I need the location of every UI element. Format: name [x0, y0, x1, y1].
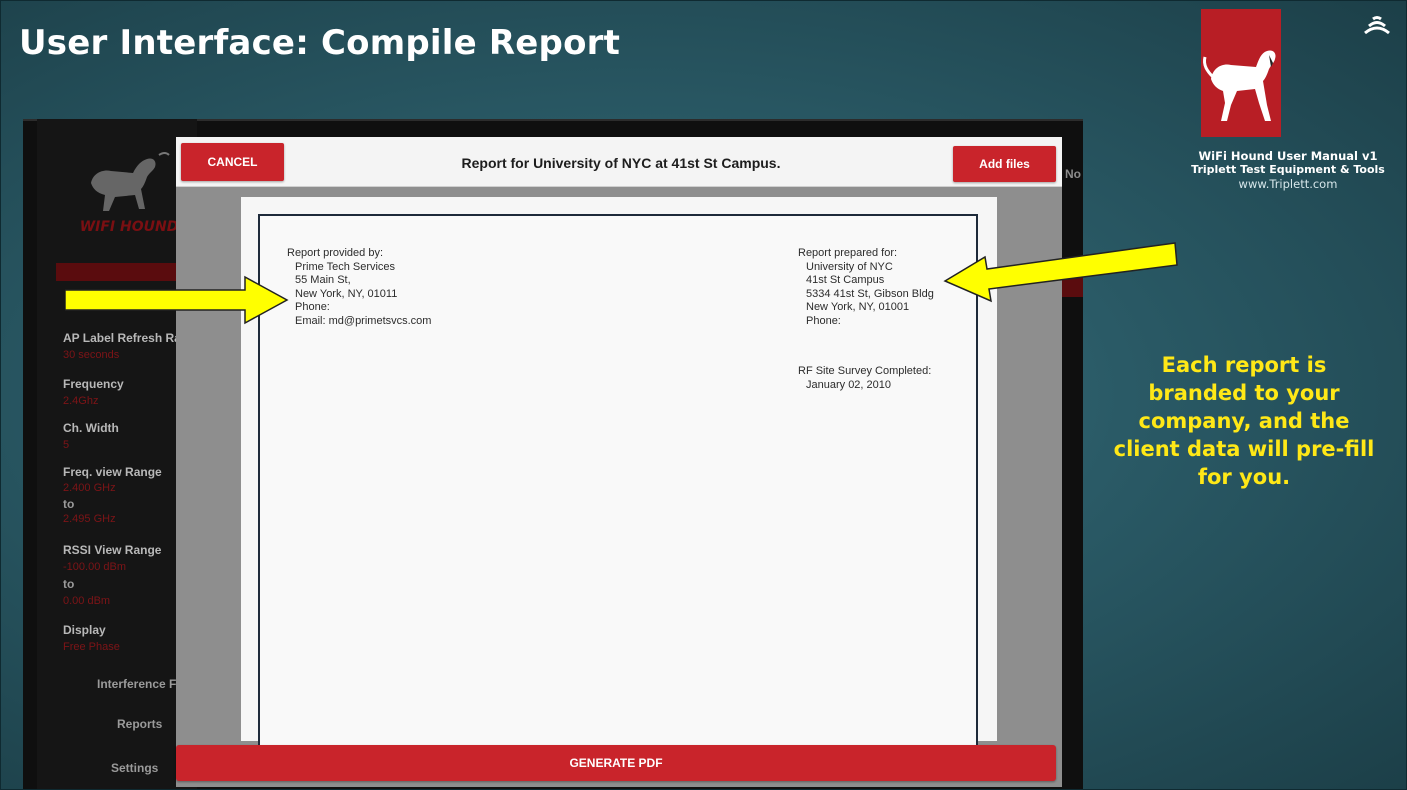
- sidebar-item-label[interactable]: Ch. Width: [63, 421, 119, 435]
- provider-name: Prime Tech Services: [295, 260, 396, 273]
- prepared-for-heading: Report prepared for:: [798, 247, 898, 259]
- client-campus: 41st St Campus: [806, 274, 885, 286]
- provider-phone: Phone:: [295, 301, 330, 313]
- slide: User Interface: Compile Report WiFi Houn…: [0, 0, 1407, 790]
- sidebar-item-to: to: [63, 577, 75, 591]
- provider-email: Email: md@primetsvcs.com: [295, 314, 432, 327]
- client-city: New York, NY, 01001: [806, 301, 910, 313]
- company-name: Triplett Test Equipment & Tools: [1191, 163, 1385, 176]
- sidebar-item-label[interactable]: Freq. view Range: [63, 465, 162, 479]
- client-name: University of NYC: [806, 260, 893, 273]
- manual-meta: WiFi Hound User Manual v1 Triplett Test …: [1173, 149, 1403, 191]
- report-provided-by: Report provided by: Prime Tech Services …: [287, 247, 431, 328]
- survey-heading: RF Site Survey Completed:: [798, 365, 932, 377]
- company-url: www.Triplett.com: [1238, 177, 1338, 191]
- sidebar-item-value: 0.00 dBm: [63, 595, 111, 607]
- client-phone: Phone:: [806, 314, 841, 327]
- sidebar-item-value: -100.00 dBm: [63, 561, 126, 573]
- wifi-signal-icon: [1364, 16, 1390, 35]
- sidebar-item-value: 30 seconds: [63, 349, 120, 361]
- manual-title: WiFi Hound User Manual v1: [1198, 149, 1378, 163]
- cancel-button[interactable]: CANCEL: [181, 143, 284, 181]
- arrow-right-icon: [65, 275, 289, 325]
- sidebar-item-value: 2.4Ghz: [63, 395, 99, 407]
- sidebar-nav-reports[interactable]: Reports: [117, 717, 162, 731]
- sidebar-item-value: 2.400 GHz: [63, 482, 116, 494]
- generate-pdf-button[interactable]: GENERATE PDF: [176, 745, 1056, 781]
- sidebar-item-value: 2.495 GHz: [63, 513, 116, 525]
- provided-by-heading: Report provided by:: [287, 247, 383, 259]
- sidebar-item-label[interactable]: Frequency: [63, 377, 124, 391]
- sidebar-dog-icon: [91, 152, 170, 211]
- add-files-button[interactable]: Add files: [953, 146, 1056, 182]
- sidebar-item-label[interactable]: RSSI View Range: [63, 543, 161, 557]
- callout-text: Each report is branded to your company, …: [1113, 353, 1375, 489]
- dialog-title: Report for University of NYC at 41st St …: [461, 155, 781, 171]
- arrow-left-icon: [943, 242, 1178, 303]
- hound-logo: [1201, 9, 1281, 137]
- survey-date: January 02, 2010: [806, 378, 892, 391]
- hound-dog-icon: [1203, 50, 1276, 122]
- sidebar-item-to: to: [63, 497, 75, 511]
- background-stub-text: No: [1065, 167, 1081, 181]
- client-street: 5334 41st St, Gibson Bldg: [806, 287, 934, 300]
- sidebar-item-value: Free Phase: [63, 641, 120, 653]
- sidebar-item-label[interactable]: Display: [63, 623, 106, 637]
- sidebar-item-value: 5: [63, 439, 70, 451]
- slide-title: User Interface: Compile Report: [19, 23, 621, 63]
- sidebar-item-label[interactable]: AP Label Refresh Ra: [63, 331, 181, 345]
- report-survey-date: RF Site Survey Completed: January 02, 20…: [798, 365, 931, 392]
- sidebar-nav-settings[interactable]: Settings: [111, 761, 158, 775]
- sidebar-brand: WIFI HOUND: [79, 219, 179, 235]
- provider-city: New York, NY, 01011: [295, 287, 398, 300]
- provider-street: 55 Main St,: [295, 274, 351, 286]
- report-prepared-for: Report prepared for: University of NYC 4…: [798, 247, 934, 328]
